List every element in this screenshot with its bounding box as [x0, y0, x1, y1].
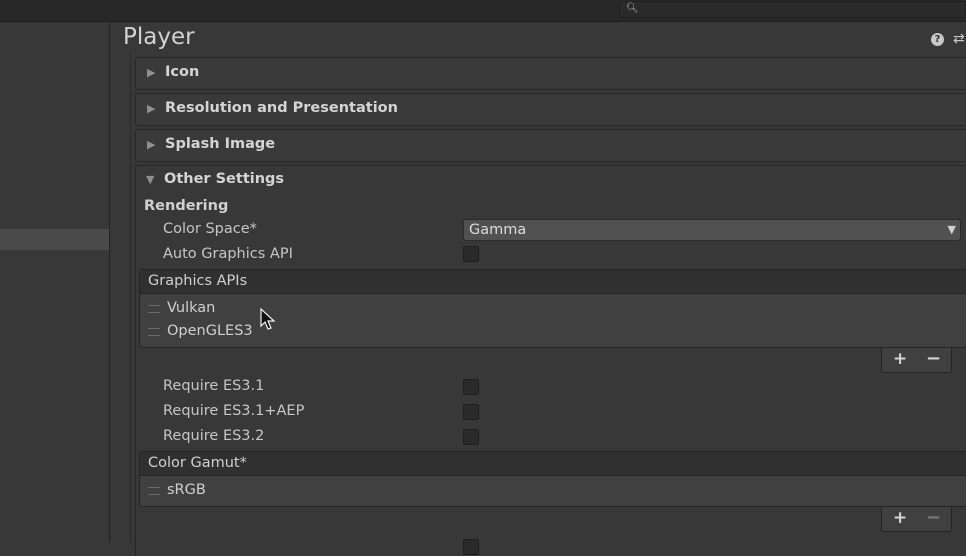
- require-es32-checkbox[interactable]: [463, 429, 479, 445]
- plus-icon[interactable]: +: [893, 349, 907, 369]
- minus-icon[interactable]: −: [926, 348, 941, 369]
- page-title: Player: [123, 24, 195, 50]
- graphics-apis-list-footer: + −: [881, 348, 952, 373]
- plus-icon[interactable]: +: [893, 508, 907, 528]
- foldout-label: Other Settings: [164, 171, 285, 187]
- color-gamut-list-footer: + −: [881, 507, 952, 532]
- sidebar-item-selected[interactable]: [0, 229, 109, 250]
- require-es31-label: Require ES3.1: [163, 378, 265, 394]
- presets-icon[interactable]: ⇄: [953, 31, 965, 47]
- top-toolbar: 🔍︎: [0, 0, 966, 22]
- graphics-apis-header: Graphics APIs: [148, 273, 248, 289]
- triangle-down-icon: ▼: [146, 173, 155, 186]
- graphics-apis-list-header: Graphics APIs: [139, 269, 966, 294]
- foldout-label: Icon: [165, 64, 200, 80]
- drag-handle-icon[interactable]: [148, 487, 160, 495]
- color-space-value: Gamma: [469, 222, 527, 238]
- chevron-down-icon: ▼: [947, 223, 956, 236]
- foldout-label: Resolution and Presentation: [165, 100, 398, 116]
- foldout-label: Splash Image: [165, 136, 276, 152]
- minus-icon: −: [926, 507, 942, 528]
- rendering-heading: Rendering: [144, 198, 229, 214]
- inspector-panel: Player ? ⇄ ▶ Icon ▶ Resolution and Prese…: [110, 22, 966, 556]
- settings-sidebar: [0, 22, 110, 543]
- drag-handle-icon[interactable]: [148, 305, 160, 313]
- list-item-label: OpenGLES3: [167, 323, 253, 339]
- color-gamut-list-header: Color Gamut*: [139, 451, 966, 476]
- search-icon: 🔍︎: [626, 3, 639, 14]
- foldout-icon-section[interactable]: ▶ Icon: [135, 57, 966, 90]
- require-es32-label: Require ES3.2: [163, 428, 265, 444]
- foldout-splash-section[interactable]: ▶ Splash Image: [135, 129, 966, 162]
- color-space-dropdown[interactable]: Gamma ▼: [463, 219, 961, 241]
- indent-guide: [130, 52, 131, 543]
- list-item-label: Vulkan: [167, 300, 216, 316]
- partial-checkbox[interactable]: [463, 539, 479, 555]
- color-gamut-list: sRGB: [139, 476, 966, 507]
- triangle-right-icon: ▶: [147, 66, 156, 79]
- foldout-resolution-section[interactable]: ▶ Resolution and Presentation: [135, 93, 966, 126]
- color-space-label: Color Space*: [163, 221, 257, 237]
- search-input[interactable]: 🔍︎: [619, 1, 966, 18]
- list-item[interactable]: sRGB: [140, 482, 966, 502]
- drag-handle-icon[interactable]: [148, 328, 160, 336]
- triangle-right-icon: ▶: [147, 102, 156, 115]
- foldout-other-settings-section[interactable]: ▼ Other Settings: [135, 165, 966, 198]
- auto-graphics-api-checkbox[interactable]: [463, 246, 479, 262]
- require-es31-aep-checkbox[interactable]: [463, 404, 479, 420]
- color-gamut-header: Color Gamut*: [148, 455, 247, 471]
- help-icon[interactable]: ?: [931, 33, 944, 46]
- triangle-right-icon: ▶: [147, 138, 156, 151]
- mouse-pointer-icon: [260, 308, 276, 330]
- require-es31-checkbox[interactable]: [463, 379, 479, 395]
- auto-graphics-api-label: Auto Graphics API: [163, 246, 293, 262]
- list-item-label: sRGB: [167, 482, 206, 498]
- require-es31-aep-label: Require ES3.1+AEP: [163, 403, 305, 419]
